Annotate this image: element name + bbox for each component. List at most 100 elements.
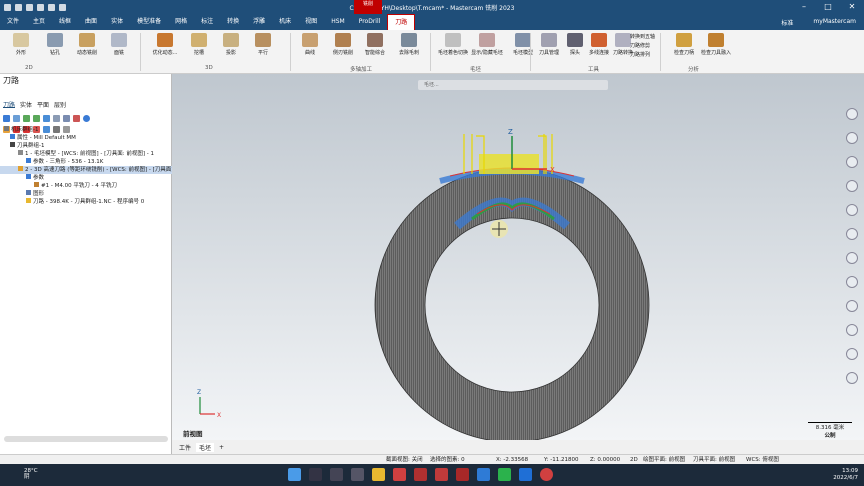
menu-item-10[interactable]: 机床	[272, 14, 298, 30]
ribbon-button[interactable]: 检查刀柄	[668, 33, 700, 56]
panel-tab-3[interactable]: 层别	[54, 100, 66, 109]
ribbon-button[interactable]: 挖槽	[184, 33, 214, 56]
panel-tab-0[interactable]: 刀路	[3, 100, 16, 109]
chat-icon[interactable]	[351, 468, 364, 481]
tree-item-icon	[26, 198, 31, 203]
display-icon[interactable]	[846, 372, 858, 384]
search-icon[interactable]	[309, 468, 322, 481]
ribbon-button[interactable]: 外形	[6, 33, 36, 56]
app3-icon[interactable]	[435, 468, 448, 481]
ribbon-small-button[interactable]: 刀路排列	[630, 51, 650, 58]
tree-item[interactable]: 机床群组-1	[0, 126, 172, 134]
ribbon-button[interactable]: 探头	[562, 33, 588, 56]
start-icon[interactable]	[288, 468, 301, 481]
ribbon-button[interactable]: 曲线	[295, 33, 325, 56]
app1-icon[interactable]	[393, 468, 406, 481]
tab-workpiece[interactable]: 工件	[176, 443, 194, 452]
app4-icon[interactable]	[456, 468, 469, 481]
menu-item-13[interactable]: ProDrill	[352, 14, 388, 30]
ribbon-button[interactable]: 毛坯着色切换	[436, 33, 470, 56]
section-icon[interactable]	[846, 348, 858, 360]
explorer-icon[interactable]	[372, 468, 385, 481]
menu-item-3[interactable]: 曲面	[78, 14, 104, 30]
tree-item[interactable]: 1 - 毛坯模型 - [WCS: 前视图] - [刀具面: 前视图] - 1	[0, 150, 172, 158]
tree-item[interactable]: 刀路 - 398.4K - 刀具群组-1.NC - 程序编号 0	[0, 198, 172, 206]
front-view-icon[interactable]	[846, 228, 858, 240]
simulate-icon[interactable]	[63, 115, 70, 122]
app6-icon[interactable]	[519, 468, 532, 481]
wireframe-icon[interactable]	[846, 324, 858, 336]
ribbon-small-button[interactable]: 刀路修剪	[630, 42, 650, 49]
tree-item[interactable]: 属性 - Mill Default MM	[0, 134, 172, 142]
right-view-icon[interactable]	[846, 252, 858, 264]
menu-item-0[interactable]: 文件	[0, 14, 26, 30]
tree-item[interactable]: 图形	[0, 190, 172, 198]
iso-view-icon[interactable]	[846, 276, 858, 288]
fit-icon[interactable]	[846, 156, 858, 168]
taskview-icon[interactable]	[330, 468, 343, 481]
weather-widget[interactable]: 28°C 阴	[10, 468, 38, 480]
regen-icon[interactable]	[23, 115, 30, 122]
tree-item[interactable]: 刀具群组-1	[0, 142, 172, 150]
post-icon[interactable]	[73, 115, 80, 122]
minimize-icon[interactable]: –	[792, 0, 816, 14]
select-all-icon[interactable]	[3, 115, 10, 122]
ribbon-button[interactable]: 侧刃铣削	[328, 33, 358, 56]
wechat-icon[interactable]	[498, 468, 511, 481]
tree-item[interactable]: 2 - 3D 高速刀路 (等距环绕铣削) - [WCS: 前视图] - [刀具面…	[0, 166, 172, 174]
ribbon-button[interactable]: 平行	[248, 33, 278, 56]
tree-item[interactable]: 参数 - 三角形 - 536 - 13.1K	[0, 158, 172, 166]
menu-item-8[interactable]: 转换	[220, 14, 246, 30]
app2-icon[interactable]	[414, 468, 427, 481]
ribbon-button[interactable]: 去除毛刺	[394, 33, 424, 56]
tree-item[interactable]: 参数	[0, 174, 172, 182]
viewport-mini-toolbar[interactable]: 毛坯...	[418, 80, 608, 90]
shading-icon[interactable]	[846, 300, 858, 312]
zoom-in-icon[interactable]	[846, 108, 858, 120]
ribbon-small-button[interactable]: 转换到五轴	[630, 33, 655, 40]
tab-stock[interactable]: 毛坯	[196, 442, 215, 452]
maximize-icon[interactable]: □	[816, 0, 840, 14]
system-tray[interactable]: 13:09 2022/6/7	[833, 468, 858, 482]
ribbon-button[interactable]: 显示/隐藏毛坯	[470, 33, 504, 56]
ribbon-button[interactable]: 优化动态...	[150, 33, 180, 56]
backplot-icon[interactable]	[43, 115, 50, 122]
ribbon-button[interactable]: 毛坯模型	[506, 33, 540, 56]
ribbon-button[interactable]: 面铣	[104, 33, 134, 56]
menu-item-5[interactable]: 模型准备	[130, 14, 168, 30]
menu-item-14[interactable]: 刀路	[387, 14, 416, 30]
menu-item-6[interactable]: 网格	[168, 14, 194, 30]
ribbon-button[interactable]: 投影	[216, 33, 246, 56]
menu-item-7[interactable]: 标注	[194, 14, 220, 30]
ribbon-button[interactable]: 检查刀具融入	[700, 33, 732, 56]
tree-item[interactable]: #1 - M4.00 平铣刀 - 4 平铣刀	[0, 182, 172, 190]
help-icon[interactable]	[83, 115, 90, 122]
menu-item-2[interactable]: 线框	[52, 14, 78, 30]
verify-icon[interactable]	[53, 115, 60, 122]
menu-item-1[interactable]: 主页	[26, 14, 52, 30]
app7-icon[interactable]	[540, 468, 553, 481]
add-tab-icon[interactable]: +	[216, 444, 227, 451]
app5-icon[interactable]	[477, 468, 490, 481]
menu-item-9[interactable]: 浮雕	[246, 14, 272, 30]
ribbon-button[interactable]: 智能综合	[360, 33, 390, 56]
graphics-viewport[interactable]: Z X Z X	[172, 74, 864, 443]
config-label[interactable]: 标准	[781, 18, 793, 27]
ribbon-button[interactable]: 钻孔	[40, 33, 70, 56]
close-icon[interactable]: ✕	[840, 0, 864, 14]
rotate-icon[interactable]	[846, 180, 858, 192]
select-icon[interactable]	[13, 115, 20, 122]
panel-tab-1[interactable]: 实体	[20, 100, 32, 109]
menu-item-4[interactable]: 实体	[104, 14, 130, 30]
menu-item-11[interactable]: 视图	[298, 14, 324, 30]
menu-item-12[interactable]: HSM	[324, 14, 352, 30]
zoom-out-icon[interactable]	[846, 132, 858, 144]
panel-scrollbar[interactable]	[4, 436, 168, 442]
top-view-icon[interactable]	[846, 204, 858, 216]
panel-tab-2[interactable]: 平面	[37, 100, 49, 109]
ribbon-button[interactable]: 多线连接	[586, 33, 612, 56]
account-label[interactable]: myMastercam	[813, 18, 856, 27]
regen-dirty-icon[interactable]	[33, 115, 40, 122]
ribbon-button[interactable]: 动态铣削	[72, 33, 102, 56]
ribbon-button[interactable]: 刀具管理	[536, 33, 562, 56]
